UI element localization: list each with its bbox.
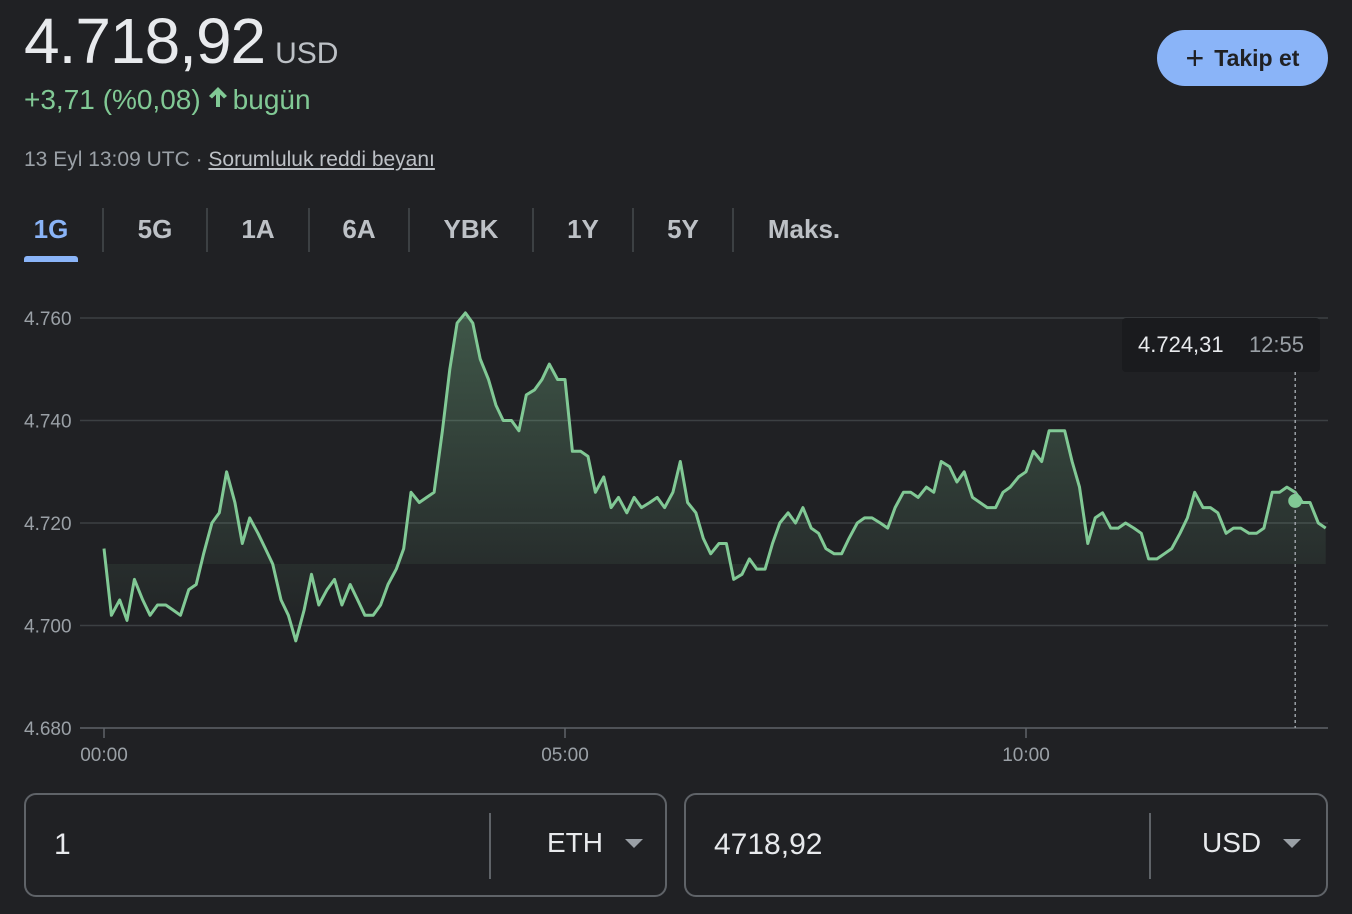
- tab-5g[interactable]: 5G: [104, 206, 206, 260]
- tab-1g[interactable]: 1G: [24, 206, 78, 262]
- disclaimer-link[interactable]: Sorumluluk reddi beyanı: [208, 148, 434, 171]
- from-amount-input[interactable]: [52, 827, 456, 863]
- x-tick-label: 10:00: [1002, 745, 1050, 766]
- from-currency-label: ETH: [547, 827, 603, 858]
- tab-max[interactable]: Maks.: [734, 206, 874, 260]
- tab-5y[interactable]: 5Y: [634, 206, 732, 260]
- converter-from: ETH: [24, 793, 667, 897]
- to-amount-input[interactable]: [712, 827, 1116, 863]
- price-change: +3,71 (%0,08) bugün: [24, 84, 311, 116]
- tab-1y[interactable]: 1Y: [534, 206, 632, 260]
- x-tick-label: 00:00: [80, 745, 128, 766]
- tooltip-time: 12:55: [1249, 332, 1304, 357]
- range-tabs: 1G 5G 1A 6A YBK 1Y 5Y Maks.: [24, 206, 874, 262]
- y-tick-label: 4.680: [24, 719, 72, 740]
- timestamp: 13 Eyl 13:09 UTC ·: [24, 148, 203, 171]
- y-tick-label: 4.760: [24, 309, 72, 330]
- y-tick-label: 4.740: [24, 412, 72, 433]
- tab-1a[interactable]: 1A: [208, 206, 308, 260]
- y-tick-label: 4.700: [24, 617, 72, 638]
- converter-divider: [489, 813, 491, 879]
- current-price: 4.718,92: [24, 5, 266, 77]
- arrow-up-icon: [207, 84, 229, 116]
- tab-6a[interactable]: 6A: [310, 206, 408, 260]
- to-currency-select[interactable]: USD: [1202, 827, 1302, 859]
- change-period: bugün: [232, 84, 311, 115]
- y-tick-label: 4.720: [24, 514, 72, 535]
- price-currency: USD: [275, 37, 339, 70]
- tooltip-value: 4.724,31: [1138, 332, 1224, 357]
- hover-point: [1288, 493, 1303, 508]
- to-currency-label: USD: [1202, 827, 1262, 858]
- price-header: 4.718,92 USD: [24, 4, 338, 78]
- chevron-down-icon: [1283, 838, 1302, 848]
- price-meta: 13 Eyl 13:09 UTC · Sorumluluk reddi beya…: [24, 148, 435, 172]
- tab-ybk[interactable]: YBK: [410, 206, 532, 260]
- x-tick-label: 05:00: [541, 745, 589, 766]
- from-currency-select[interactable]: ETH: [547, 827, 643, 859]
- change-value: +3,71 (%0,08): [24, 84, 201, 115]
- price-chart[interactable]: 4.760 4.740 4.720 4.700 4.680 00:00 05:00 10:00…: [0, 290, 1352, 780]
- follow-button[interactable]: + Takip et: [1157, 30, 1328, 86]
- converter-divider: [1149, 813, 1151, 879]
- follow-label: Takip et: [1214, 44, 1300, 71]
- converter-to: USD: [684, 793, 1328, 897]
- plus-icon: +: [1185, 40, 1205, 76]
- chevron-down-icon: [625, 838, 643, 848]
